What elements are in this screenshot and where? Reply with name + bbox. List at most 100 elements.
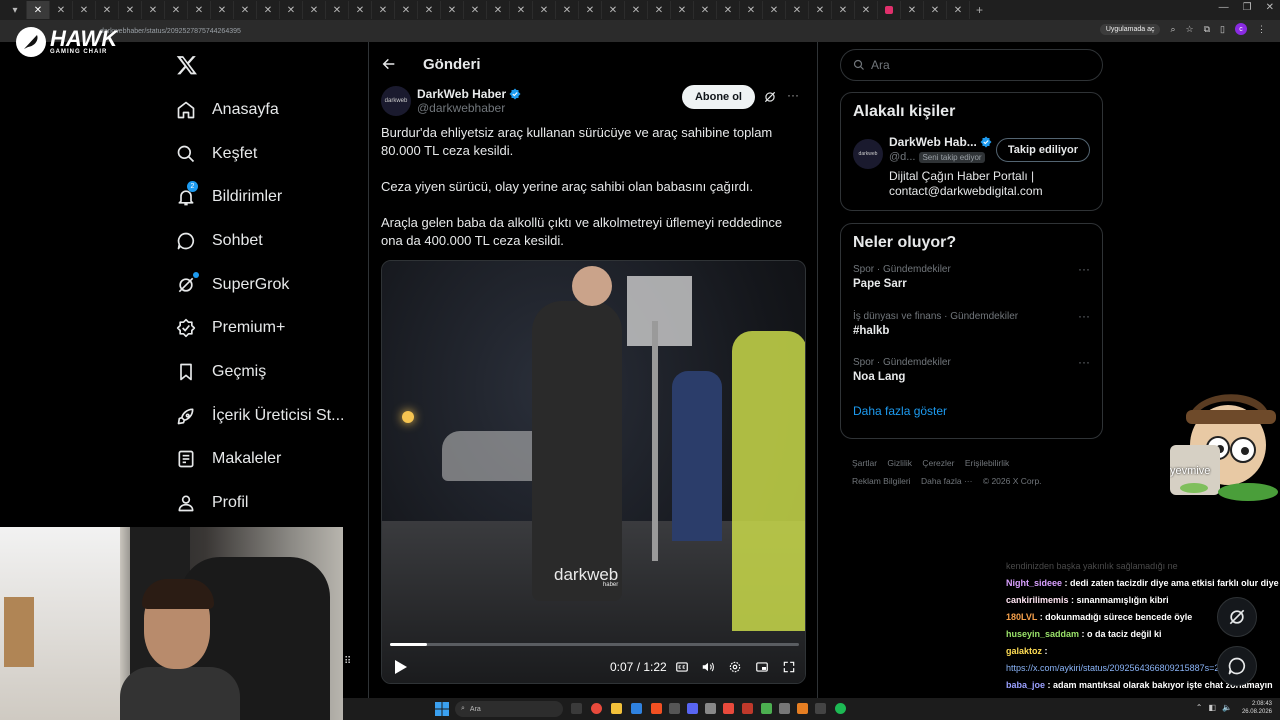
browser-tab[interactable] [878,1,901,19]
browser-tab[interactable]: ✕ [395,1,418,19]
browser-tab[interactable]: ✕ [740,1,763,19]
footer-link[interactable]: Çerezler [922,458,954,468]
zoom-icon[interactable]: ⌕ [1170,24,1175,35]
app-icon[interactable] [761,703,772,714]
footer-link[interactable]: Daha fazla ··· [921,476,973,486]
office-icon[interactable] [651,703,662,714]
browser-tab[interactable]: ✕ [372,1,395,19]
app-icon[interactable] [705,703,716,714]
browser-tab[interactable]: ✕ [510,1,533,19]
app-icon[interactable] [723,703,734,714]
browser-tab[interactable]: ✕ [556,1,579,19]
browser-tab[interactable]: ✕ [855,1,878,19]
app-icon[interactable] [669,703,680,714]
sidebar-item-supergrok[interactable]: SuperGrok [176,263,356,307]
more-options-icon[interactable]: ··· [1078,309,1090,323]
browser-tab[interactable]: ✕ [671,1,694,19]
sidebar-item-articles[interactable]: Makaleler [176,438,356,482]
trend-item[interactable]: İş dünyası ve finans · Gündemdekiler #ha… [853,307,1090,354]
browser-tab[interactable]: ✕ [50,1,73,19]
back-button[interactable] [369,56,409,72]
browser-tab[interactable]: ✕ [96,1,119,19]
author-avatar[interactable]: darkweb [381,86,411,116]
browser-tab[interactable]: ✕ [27,1,50,19]
windows-start-icon[interactable] [435,702,449,716]
following-button[interactable]: Takip ediliyor [995,138,1090,162]
network-icon[interactable]: ◧ [1208,703,1216,712]
browser-tab[interactable]: ✕ [418,1,441,19]
play-icon[interactable] [394,659,408,675]
sidebar-item-notifications[interactable]: 2 Bildirimler [176,175,356,219]
discord-icon[interactable] [687,703,698,714]
taskbar-clock[interactable]: 2:08:43 26.08.2026 [1242,700,1272,716]
taskbar-search[interactable]: ⌕ Ara [455,701,563,717]
browser-tab[interactable]: ✕ [786,1,809,19]
more-options-icon[interactable]: ··· [1078,355,1090,369]
browser-tab[interactable]: ✕ [303,1,326,19]
related-person[interactable]: darkweb DarkWeb Hab... @d... Seni takip … [853,135,1090,201]
browser-tab[interactable]: ✕ [257,1,280,19]
person-avatar[interactable]: darkweb [853,139,883,169]
sidebar-icon[interactable]: ▯ [1220,24,1225,35]
trend-item[interactable]: Spor · Gündemdekiler Pape Sarr ··· [853,260,1090,307]
close-window-button[interactable]: ✕ [1266,2,1274,13]
browser-tab[interactable]: ✕ [234,1,257,19]
profile-avatar[interactable]: c [1235,23,1247,35]
browser-tab[interactable]: ✕ [625,1,648,19]
grok-icon[interactable] [763,90,777,104]
browser-tab[interactable]: ✕ [142,1,165,19]
edge-icon[interactable] [631,703,642,714]
browser-tab[interactable]: ✕ [533,1,556,19]
sidebar-item-history[interactable]: Geçmiş [176,350,356,394]
star-icon[interactable]: ☆ [1186,24,1194,35]
maximize-button[interactable]: ❐ [1243,2,1252,13]
browser-tab[interactable]: ✕ [694,1,717,19]
minimize-button[interactable]: — [1219,2,1229,13]
browser-tab[interactable]: ✕ [464,1,487,19]
app-icon[interactable] [797,703,808,714]
video-progress-bar[interactable] [390,643,799,646]
footer-link[interactable]: Erişilebilirlik [965,458,1009,468]
footer-link[interactable]: Gizlilik [887,458,912,468]
browser-tab[interactable]: ✕ [602,1,625,19]
browser-tab[interactable]: ✕ [901,1,924,19]
speaker-icon[interactable]: 🔈 [1222,703,1232,712]
open-in-app-chip[interactable]: Uygulamada aç [1099,23,1161,35]
footer-link[interactable]: Reklam Bilgileri [852,476,911,486]
sidebar-item-home[interactable]: Anasayfa [176,88,356,132]
sidebar-item-premium[interactable]: Premium+ [176,306,356,350]
browser-tab[interactable]: ✕ [763,1,786,19]
app-icon[interactable] [742,703,753,714]
browser-tab[interactable]: ✕ [326,1,349,19]
browser-tab[interactable]: ✕ [924,1,947,19]
author-name[interactable]: DarkWeb Haber [417,87,521,101]
file-explorer-icon[interactable] [611,703,622,714]
person-name[interactable]: DarkWeb Hab... [889,135,992,149]
fullscreen-icon[interactable] [782,660,796,674]
x-logo-icon[interactable] [176,54,198,76]
video-player[interactable]: darkweb haber 0:07 / 1:22 [381,260,806,684]
url-field[interactable]: darkwebhaber/status/2092527875744264395 [100,28,241,35]
browser-tab[interactable]: ✕ [188,1,211,19]
browser-tab[interactable]: ✕ [165,1,188,19]
more-options-icon[interactable]: ··· [787,88,799,102]
browser-tab[interactable]: ▾ [4,1,27,19]
browser-tab[interactable]: ✕ [579,1,602,19]
sidebar-item-profile[interactable]: Profil [176,481,356,525]
grok-floating-button[interactable] [1217,597,1257,637]
task-view-icon[interactable] [571,703,582,714]
author-handle[interactable]: @darkwebhaber [417,101,521,115]
messages-floating-button[interactable] [1217,646,1257,686]
browser-tab[interactable]: ✕ [809,1,832,19]
app-icon[interactable] [779,703,790,714]
picture-in-picture-icon[interactable] [755,660,769,674]
browser-menu-icon[interactable]: ⋮ [1257,24,1266,35]
sidebar-item-explore[interactable]: Keşfet [176,132,356,176]
chrome-icon[interactable] [591,703,602,714]
browser-tab[interactable]: ✕ [717,1,740,19]
show-more-link[interactable]: Daha fazla göster [853,404,1090,418]
browser-tab[interactable]: ✕ [349,1,372,19]
spotify-icon[interactable] [835,703,846,714]
sidebar-item-creator-studio[interactable]: İçerik Üreticisi St... [176,394,356,438]
browser-tab[interactable]: ✕ [947,1,970,19]
